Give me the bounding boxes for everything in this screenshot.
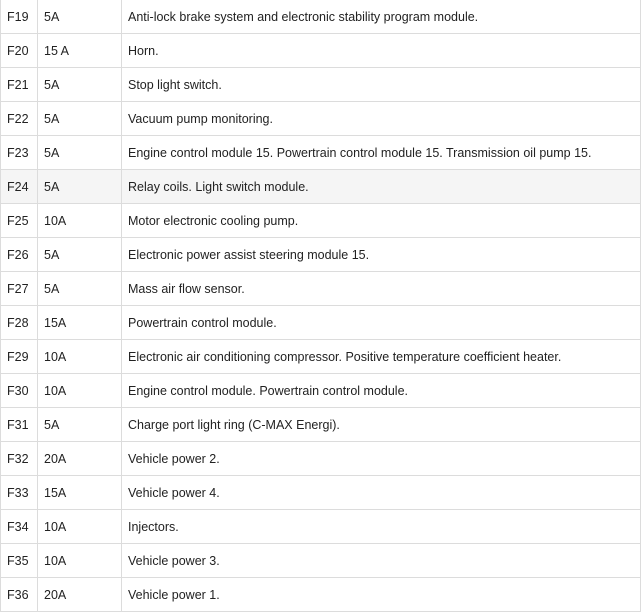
fuse-description: Powertrain control module. bbox=[121, 305, 641, 340]
fuse-number: F20 bbox=[0, 33, 38, 68]
fuse-amperage: 5A bbox=[37, 101, 122, 136]
table-row: F27 5A Mass air flow sensor. bbox=[0, 271, 641, 306]
fuse-description: Relay coils. Light switch module. bbox=[121, 169, 641, 204]
table-row: F34 10A Injectors. bbox=[0, 509, 641, 544]
fuse-number: F30 bbox=[0, 373, 38, 408]
fuse-number: F32 bbox=[0, 441, 38, 476]
fuse-description: Mass air flow sensor. bbox=[121, 271, 641, 306]
fuse-amperage: 5A bbox=[37, 0, 122, 34]
fuse-amperage: 10A bbox=[37, 509, 122, 544]
fuse-number: F27 bbox=[0, 271, 38, 306]
table-row: F19 5A Anti-lock brake system and electron… bbox=[0, 0, 641, 34]
fuse-amperage: 20A bbox=[37, 577, 122, 612]
table-row: F30 10A Engine control module. Powertrain … bbox=[0, 373, 641, 408]
fuse-description: Vehicle power 3. bbox=[121, 543, 641, 578]
fuse-number: F24 bbox=[0, 169, 38, 204]
fuse-number: F23 bbox=[0, 135, 38, 170]
fuse-description: Engine control module 15. Powertrain con… bbox=[121, 135, 641, 170]
fuse-amperage: 5A bbox=[37, 135, 122, 170]
fuse-amperage: 15A bbox=[37, 475, 122, 510]
table-row: F28 15A Powertrain control module. bbox=[0, 305, 641, 340]
fuse-number: F29 bbox=[0, 339, 38, 374]
fuse-number: F26 bbox=[0, 237, 38, 272]
fuse-number: F33 bbox=[0, 475, 38, 510]
fuse-description: Vehicle power 1. bbox=[121, 577, 641, 612]
fuse-amperage: 5A bbox=[37, 271, 122, 306]
fuse-amperage: 5A bbox=[37, 67, 122, 102]
fuse-number: F25 bbox=[0, 203, 38, 238]
fuse-description: Vehicle power 2. bbox=[121, 441, 641, 476]
table-row: F20 15 A Horn. bbox=[0, 33, 641, 68]
fuse-description: Engine control module. Powertrain contro… bbox=[121, 373, 641, 408]
fuse-description: Electronic air conditioning compressor. … bbox=[121, 339, 641, 374]
fuse-amperage: 5A bbox=[37, 407, 122, 442]
fuse-amperage: 20A bbox=[37, 441, 122, 476]
fuse-amperage: 10A bbox=[37, 373, 122, 408]
fuse-description: Vehicle power 4. bbox=[121, 475, 641, 510]
table-row: F31 5A Charge port light ring (C-MAX Energ… bbox=[0, 407, 641, 442]
fuse-amperage: 15 A bbox=[37, 33, 122, 68]
table-row: F29 10A Electronic air conditioning compre… bbox=[0, 339, 641, 374]
fuse-description: Injectors. bbox=[121, 509, 641, 544]
fuse-description: Electronic power assist steering module … bbox=[121, 237, 641, 272]
fuse-description: Vacuum pump monitoring. bbox=[121, 101, 641, 136]
fuse-description: Anti-lock brake system and electronic st… bbox=[121, 0, 641, 34]
fuse-description: Charge port light ring (C-MAX Energi). bbox=[121, 407, 641, 442]
table-row: F23 5A Engine control module 15. Powertrai… bbox=[0, 135, 641, 170]
fuse-amperage: 10A bbox=[37, 203, 122, 238]
table-row: F22 5A Vacuum pump monitoring. bbox=[0, 101, 641, 136]
fuse-description: Motor electronic cooling pump. bbox=[121, 203, 641, 238]
fuse-amperage: 10A bbox=[37, 543, 122, 578]
table-row-highlighted: F24 5A Relay coils. Light switch module. bbox=[0, 169, 641, 204]
fuse-number: F19 bbox=[0, 0, 38, 34]
table-row: F26 5A Electronic power assist steering mo… bbox=[0, 237, 641, 272]
fuse-number: F21 bbox=[0, 67, 38, 102]
table-row: F33 15A Vehicle power 4. bbox=[0, 475, 641, 510]
fuse-amperage: 15A bbox=[37, 305, 122, 340]
table-row: F25 10A Motor electronic cooling pump. bbox=[0, 203, 641, 238]
fuse-table-body: F19 5A Anti-lock brake system and electron… bbox=[0, 0, 641, 612]
table-row: F36 20A Vehicle power 1. bbox=[0, 577, 641, 612]
fuse-number: F22 bbox=[0, 101, 38, 136]
fuse-number: F31 bbox=[0, 407, 38, 442]
fuse-number: F34 bbox=[0, 509, 38, 544]
table-row: F35 10A Vehicle power 3. bbox=[0, 543, 641, 578]
fuse-description: Stop light switch. bbox=[121, 67, 641, 102]
fuse-amperage: 5A bbox=[37, 169, 122, 204]
fuse-number: F36 bbox=[0, 577, 38, 612]
table-row: F32 20A Vehicle power 2. bbox=[0, 441, 641, 476]
fuse-number: F35 bbox=[0, 543, 38, 578]
fuse-description: Horn. bbox=[121, 33, 641, 68]
fuse-number: F28 bbox=[0, 305, 38, 340]
fuse-amperage: 10A bbox=[37, 339, 122, 374]
fuse-amperage: 5A bbox=[37, 237, 122, 272]
table-row: F21 5A Stop light switch. bbox=[0, 67, 641, 102]
fuse-table: F19 5A Anti-lock brake system and electron… bbox=[0, 0, 641, 612]
